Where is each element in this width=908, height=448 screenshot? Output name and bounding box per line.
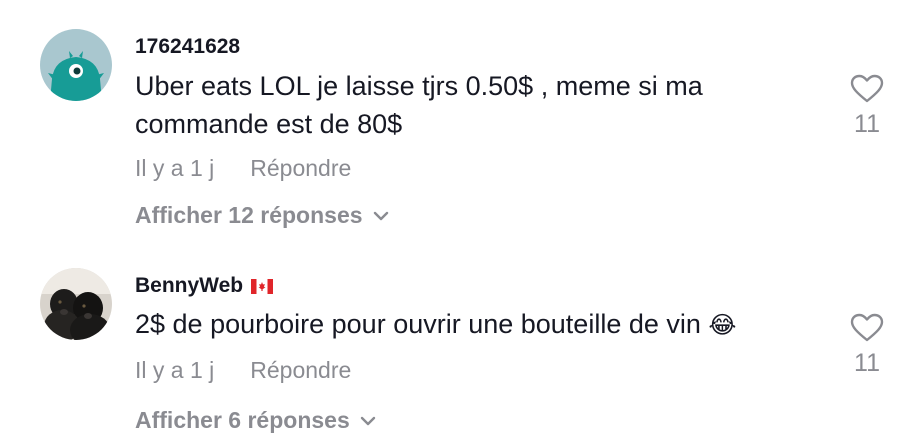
avatar[interactable]	[40, 268, 112, 340]
view-replies-label: Afficher 12 réponses	[135, 202, 363, 228]
like-count: 11	[854, 110, 880, 138]
avatar[interactable]	[40, 29, 112, 101]
comment-meta: Il y a 1 j Répondre	[135, 155, 351, 182]
canada-flag-icon	[251, 278, 274, 294]
like-button[interactable]: 11	[838, 74, 896, 139]
timestamp: Il y a 1 j	[135, 357, 215, 383]
monster-avatar-icon	[40, 29, 112, 101]
dogs-photo-avatar-icon	[40, 268, 112, 340]
view-replies-button[interactable]: Afficher 6 réponses	[135, 407, 376, 434]
comment-text: Uber eats LOL je laisse tjrs 0.50$ , mem…	[135, 71, 703, 139]
chevron-down-icon	[373, 211, 388, 220]
username[interactable]: BennyWeb	[135, 274, 274, 298]
reply-button[interactable]: Répondre	[250, 155, 351, 182]
username-text: 176241628	[135, 35, 241, 58]
like-count: 11	[854, 349, 880, 377]
laughing-emoji-icon: 😂	[708, 312, 737, 339]
view-replies-label: Afficher 6 réponses	[135, 407, 350, 433]
comment-item: BennyWeb 2$ de pourboire pour ouvrir une…	[0, 250, 908, 448]
username[interactable]: 176241628	[135, 35, 240, 59]
reply-button[interactable]: Répondre	[250, 357, 351, 384]
heart-icon	[850, 74, 884, 103]
heart-icon	[850, 313, 884, 342]
like-button[interactable]: 11	[838, 313, 896, 378]
view-replies-button[interactable]: Afficher 12 réponses	[135, 202, 389, 229]
comment-text-body: 2$ de pourboire pour ouvrir une bouteill…	[135, 309, 701, 339]
comment-item: 176241628 Uber eats LOL je laisse tjrs 0…	[0, 0, 908, 250]
username-text: BennyWeb	[135, 274, 244, 297]
chevron-down-icon	[360, 416, 375, 425]
comment-meta: Il y a 1 j Répondre	[135, 357, 351, 384]
timestamp: Il y a 1 j	[135, 155, 215, 181]
comment-text: 2$ de pourboire pour ouvrir une bouteill…	[135, 305, 815, 345]
